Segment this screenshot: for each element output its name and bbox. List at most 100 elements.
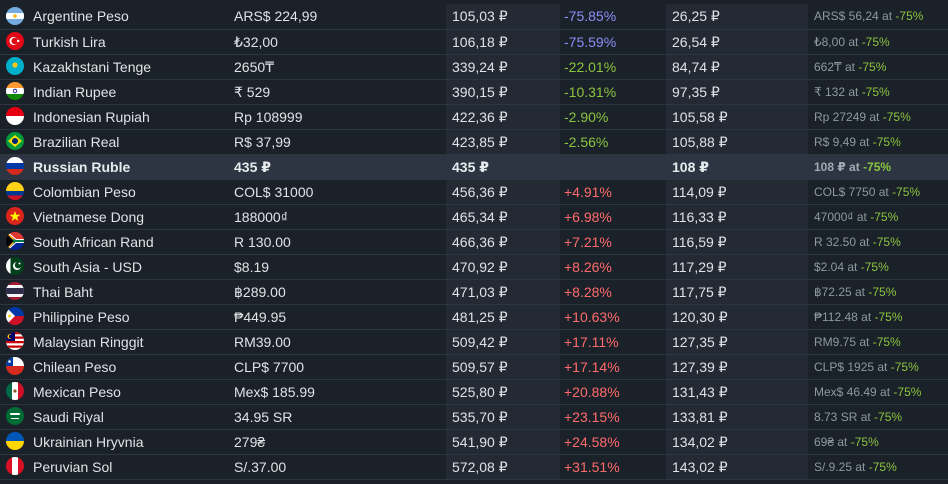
sale-local-price-cell: ฿72.25 at -75% — [808, 279, 948, 305]
sale-local-price-cell: R 32.50 at -75% — [808, 229, 948, 255]
local-price: 435 ₽ — [228, 154, 446, 180]
currency-name-cell: South African Rand — [0, 229, 228, 255]
currency-name-cell: Chilean Peso — [0, 354, 228, 380]
sale-local-price-cell: 8.73 SR at -75% — [808, 404, 948, 430]
currency-name-cell: Kazakhstani Tenge — [0, 54, 228, 80]
sale-local-price: Rp 27249 at — [814, 109, 880, 124]
currency-name-cell: Saudi Riyal — [0, 404, 228, 430]
rub-price: 525,80 ₽ — [446, 379, 560, 405]
currency-name-cell: Russian Ruble — [0, 154, 228, 180]
local-price: 188000₫ — [228, 204, 446, 230]
currency-name: Indonesian Rupiah — [33, 108, 150, 125]
currency-name: Peruvian Sol — [33, 458, 113, 475]
sale-rub-price: 114,09 ₽ — [666, 179, 808, 205]
table-row: Thai Baht ฿289.00 471,03 ₽ +8.28% 117,75… — [0, 279, 948, 305]
currency-name-cell: Philippine Peso — [0, 304, 228, 330]
local-price: 2650₸ — [228, 54, 446, 80]
local-price: ARS$ 224,99 — [228, 4, 446, 30]
price-difference: -2.56% — [560, 129, 666, 155]
sale-local-price: 662₸ at — [814, 59, 855, 74]
currency-name: Argentine Peso — [33, 8, 129, 25]
sale-discount: -75% — [882, 109, 911, 124]
currency-name-cell: Thai Baht — [0, 279, 228, 305]
local-price: R$ 37,99 — [228, 129, 446, 155]
local-price: Rp 108999 — [228, 104, 446, 130]
local-price: ₺32,00 — [228, 29, 446, 55]
sale-discount: -75% — [861, 34, 890, 49]
sale-discount: -75% — [872, 334, 901, 349]
sale-rub-price: 116,59 ₽ — [666, 229, 808, 255]
sale-local-price: ฿72.25 at — [814, 284, 866, 299]
local-price: ₹ 529 — [228, 79, 446, 105]
sale-local-price-cell: CLP$ 1925 at -75% — [808, 354, 948, 380]
currency-name-cell: Indonesian Rupiah — [0, 104, 228, 130]
currency-name: Malaysian Ringgit — [33, 333, 144, 350]
sale-local-price: CLP$ 1925 at — [814, 359, 888, 374]
rub-price: 572,08 ₽ — [446, 454, 560, 480]
table-row: Turkish Lira ₺32,00 106,18 ₽ -75.59% 26,… — [0, 29, 948, 55]
sale-rub-price: 26,25 ₽ — [666, 4, 808, 30]
sale-local-price: 108 ₽ at — [814, 159, 860, 174]
price-difference: +8.28% — [560, 279, 666, 305]
sale-local-price-cell: ₹ 132 at -75% — [808, 79, 948, 105]
rub-price: 465,34 ₽ — [446, 204, 560, 230]
sale-discount: -75% — [861, 84, 890, 99]
price-difference: -10.31% — [560, 79, 666, 105]
local-price: CLP$ 7700 — [228, 354, 446, 380]
table-row: Chilean Peso CLP$ 7700 509,57 ₽ +17.14% … — [0, 354, 948, 380]
price-difference: +24.58% — [560, 429, 666, 455]
rub-price: 339,24 ₽ — [446, 54, 560, 80]
sale-local-price-cell: $2.04 at -75% — [808, 254, 948, 280]
price-difference: -75.85% — [560, 4, 666, 30]
currency-name: South Asia - USD — [33, 258, 142, 275]
malaysia-flag-icon — [6, 332, 24, 351]
sale-discount: -75% — [874, 309, 903, 324]
sale-discount: -75% — [850, 434, 879, 449]
turkey-flag-icon — [6, 32, 24, 51]
philippines-flag-icon — [6, 307, 24, 326]
rub-price: 435 ₽ — [446, 154, 560, 180]
saudi-arabia-flag-icon — [6, 407, 24, 426]
sale-discount: -75% — [872, 234, 901, 249]
currency-name-cell: Brazilian Real — [0, 129, 228, 155]
currency-name: Chilean Peso — [33, 358, 117, 375]
rub-price: 422,36 ₽ — [446, 104, 560, 130]
sale-rub-price: 127,39 ₽ — [666, 354, 808, 380]
sale-rub-price: 133,81 ₽ — [666, 404, 808, 430]
table-row: Malaysian Ringgit RM39.00 509,42 ₽ +17.1… — [0, 329, 948, 355]
price-difference: +7.21% — [560, 229, 666, 255]
sale-discount: -75% — [863, 159, 892, 174]
table-row: Colombian Peso COL$ 31000 456,36 ₽ +4.91… — [0, 179, 948, 205]
sale-local-price: 8.73 SR at — [814, 409, 871, 424]
sale-rub-price: 108 ₽ — [666, 154, 808, 180]
price-difference: +17.14% — [560, 354, 666, 380]
colombia-flag-icon — [6, 182, 24, 201]
sale-discount: -75% — [895, 9, 924, 24]
table-row: Brazilian Real R$ 37,99 423,85 ₽ -2.56% … — [0, 129, 948, 155]
rub-price: 470,92 ₽ — [446, 254, 560, 280]
local-price: 279₴ — [228, 429, 446, 455]
vietnam-flag-icon — [6, 207, 24, 226]
sale-local-price: ₺8,00 at — [814, 34, 859, 49]
currency-name-cell: Colombian Peso — [0, 179, 228, 205]
rub-price: 471,03 ₽ — [446, 279, 560, 305]
rub-price: 106,18 ₽ — [446, 29, 560, 55]
sale-discount: -75% — [890, 359, 919, 374]
sale-local-price: ₱112.48 at — [814, 309, 872, 324]
mexico-flag-icon — [6, 382, 24, 401]
sale-rub-price: 134,02 ₽ — [666, 429, 808, 455]
sale-local-price-cell: 108 ₽ at -75% — [808, 154, 948, 180]
sale-local-price: R 32.50 at — [814, 234, 870, 249]
peru-flag-icon — [6, 457, 24, 476]
currency-name-cell: South Asia - USD — [0, 254, 228, 280]
sale-local-price: Mex$ 46.49 at — [814, 384, 891, 399]
sale-local-price-cell: COL$ 7750 at -75% — [808, 179, 948, 205]
rub-price: 509,57 ₽ — [446, 354, 560, 380]
sale-discount: -75% — [872, 134, 901, 149]
sale-local-price: R$ 9,49 at — [814, 134, 870, 149]
price-difference: +6.98% — [560, 204, 666, 230]
price-difference — [560, 154, 666, 180]
currency-name-cell: Mexican Peso — [0, 379, 228, 405]
sale-discount: -75% — [893, 384, 922, 399]
table-row: Saudi Riyal 34.95 SR 535,70 ₽ +23.15% 13… — [0, 404, 948, 430]
